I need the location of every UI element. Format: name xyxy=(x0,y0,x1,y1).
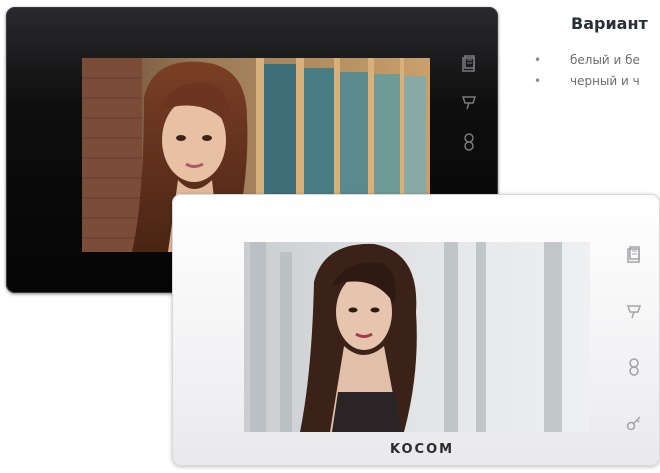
list-item-text: белый и бе xyxy=(570,53,640,67)
memo-icon[interactable] xyxy=(626,246,642,269)
list-item: • черный и ч xyxy=(534,73,640,94)
camera-icon[interactable] xyxy=(626,302,642,325)
white-monitor-screen xyxy=(244,242,590,432)
list-item-text: черный и ч xyxy=(570,74,640,88)
intercom-icon[interactable] xyxy=(461,133,477,156)
camera-icon[interactable] xyxy=(461,93,477,116)
woman-portrait-photo xyxy=(244,242,590,432)
intercom-icon[interactable] xyxy=(626,358,642,381)
variants-heading: Вариант xyxy=(571,14,648,33)
door-key-icon[interactable] xyxy=(626,414,642,437)
brand-logo: KOCOM xyxy=(390,442,455,457)
variants-list: • белый и бе • черный и ч xyxy=(534,52,640,94)
list-item: • белый и бе xyxy=(534,52,640,73)
white-video-intercom-monitor: KOCOM xyxy=(172,194,660,466)
list-bullet: • xyxy=(534,74,542,88)
list-bullet: • xyxy=(534,53,542,67)
memo-icon[interactable] xyxy=(461,55,477,78)
